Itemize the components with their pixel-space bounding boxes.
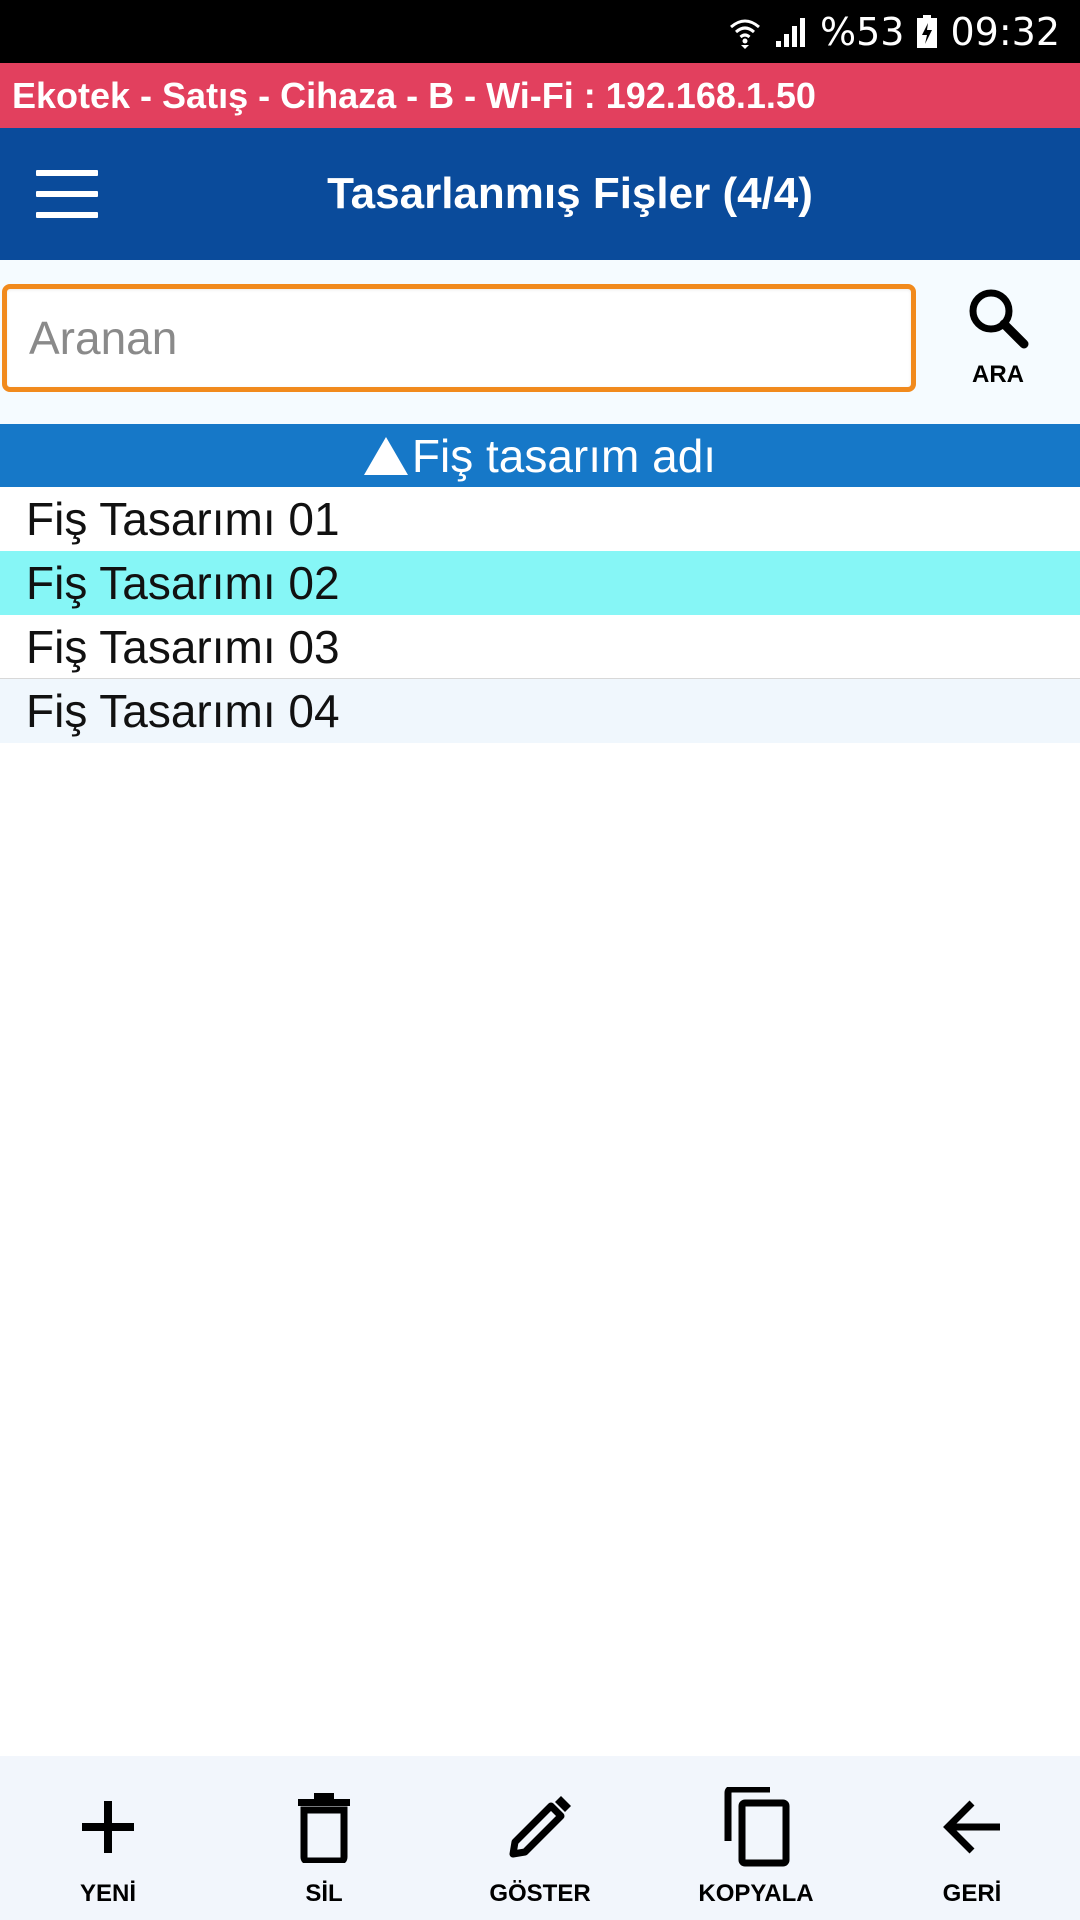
delete-button-label: SİL xyxy=(305,1880,343,1907)
battery-percent: %53 xyxy=(820,9,905,54)
clock: 09:32 xyxy=(950,9,1060,54)
search-button-label: ARA xyxy=(972,361,1024,388)
list-item[interactable]: Fiş Tasarımı 03 xyxy=(0,615,1080,679)
search-icon xyxy=(962,282,1034,359)
back-button[interactable]: GERİ xyxy=(864,1756,1080,1920)
list-item[interactable]: Fiş Tasarımı 04 xyxy=(0,679,1080,743)
app-bar: Tasarlanmış Fişler (4/4) xyxy=(0,128,1080,260)
copy-icon xyxy=(711,1782,801,1872)
back-button-label: GERİ xyxy=(942,1880,1002,1907)
menu-line xyxy=(36,170,98,176)
delete-button[interactable]: SİL xyxy=(216,1756,432,1920)
list-item-label: Fiş Tasarımı 01 xyxy=(26,492,340,545)
copy-button[interactable]: KOPYALA xyxy=(648,1756,864,1920)
list-item-label: Fiş Tasarımı 04 xyxy=(26,684,340,737)
list-item[interactable]: Fiş Tasarımı 01 xyxy=(0,487,1080,551)
page-title: Tasarlanmış Fişler (4/4) xyxy=(327,169,813,218)
hamburger-menu-icon[interactable] xyxy=(30,164,104,224)
search-area: ARA xyxy=(0,260,1080,424)
bottom-toolbar: YENİ SİL GÖSTER KOPYALA GERİ xyxy=(0,1756,1080,1920)
menu-line xyxy=(36,212,98,218)
sort-ascending-icon xyxy=(363,436,408,475)
list-item-label: Fiş Tasarımı 03 xyxy=(26,620,340,673)
search-button[interactable]: ARA xyxy=(940,282,1056,402)
signal-icon xyxy=(774,15,808,49)
column-header-label: Fiş tasarım adı xyxy=(411,429,717,482)
connection-info-bar: Ekotek - Satış - Cihaza - B - Wi-Fi : 19… xyxy=(0,63,1080,128)
status-indicators: %53 09:32 xyxy=(728,0,1060,63)
show-button[interactable]: GÖSTER xyxy=(432,1756,648,1920)
new-button-label: YENİ xyxy=(79,1880,136,1907)
wifi-icon xyxy=(728,15,762,49)
menu-line xyxy=(36,191,98,197)
receipt-design-list: Fiş Tasarımı 01 Fiş Tasarımı 02 Fiş Tasa… xyxy=(0,487,1080,743)
plus-icon xyxy=(63,1782,153,1872)
show-button-label: GÖSTER xyxy=(489,1880,591,1907)
copy-button-label: KOPYALA xyxy=(698,1880,814,1907)
trash-icon xyxy=(279,1782,369,1872)
search-input[interactable] xyxy=(2,284,916,392)
column-header-sort[interactable]: Fiş tasarım adı xyxy=(0,424,1080,487)
arrow-left-icon xyxy=(927,1782,1017,1872)
list-item-label: Fiş Tasarımı 02 xyxy=(26,556,340,609)
new-button[interactable]: YENİ xyxy=(0,1756,216,1920)
battery-icon xyxy=(916,14,938,49)
status-bar: %53 09:32 xyxy=(0,0,1080,63)
pencil-icon xyxy=(495,1782,585,1872)
list-item[interactable]: Fiş Tasarımı 02 xyxy=(0,551,1080,615)
